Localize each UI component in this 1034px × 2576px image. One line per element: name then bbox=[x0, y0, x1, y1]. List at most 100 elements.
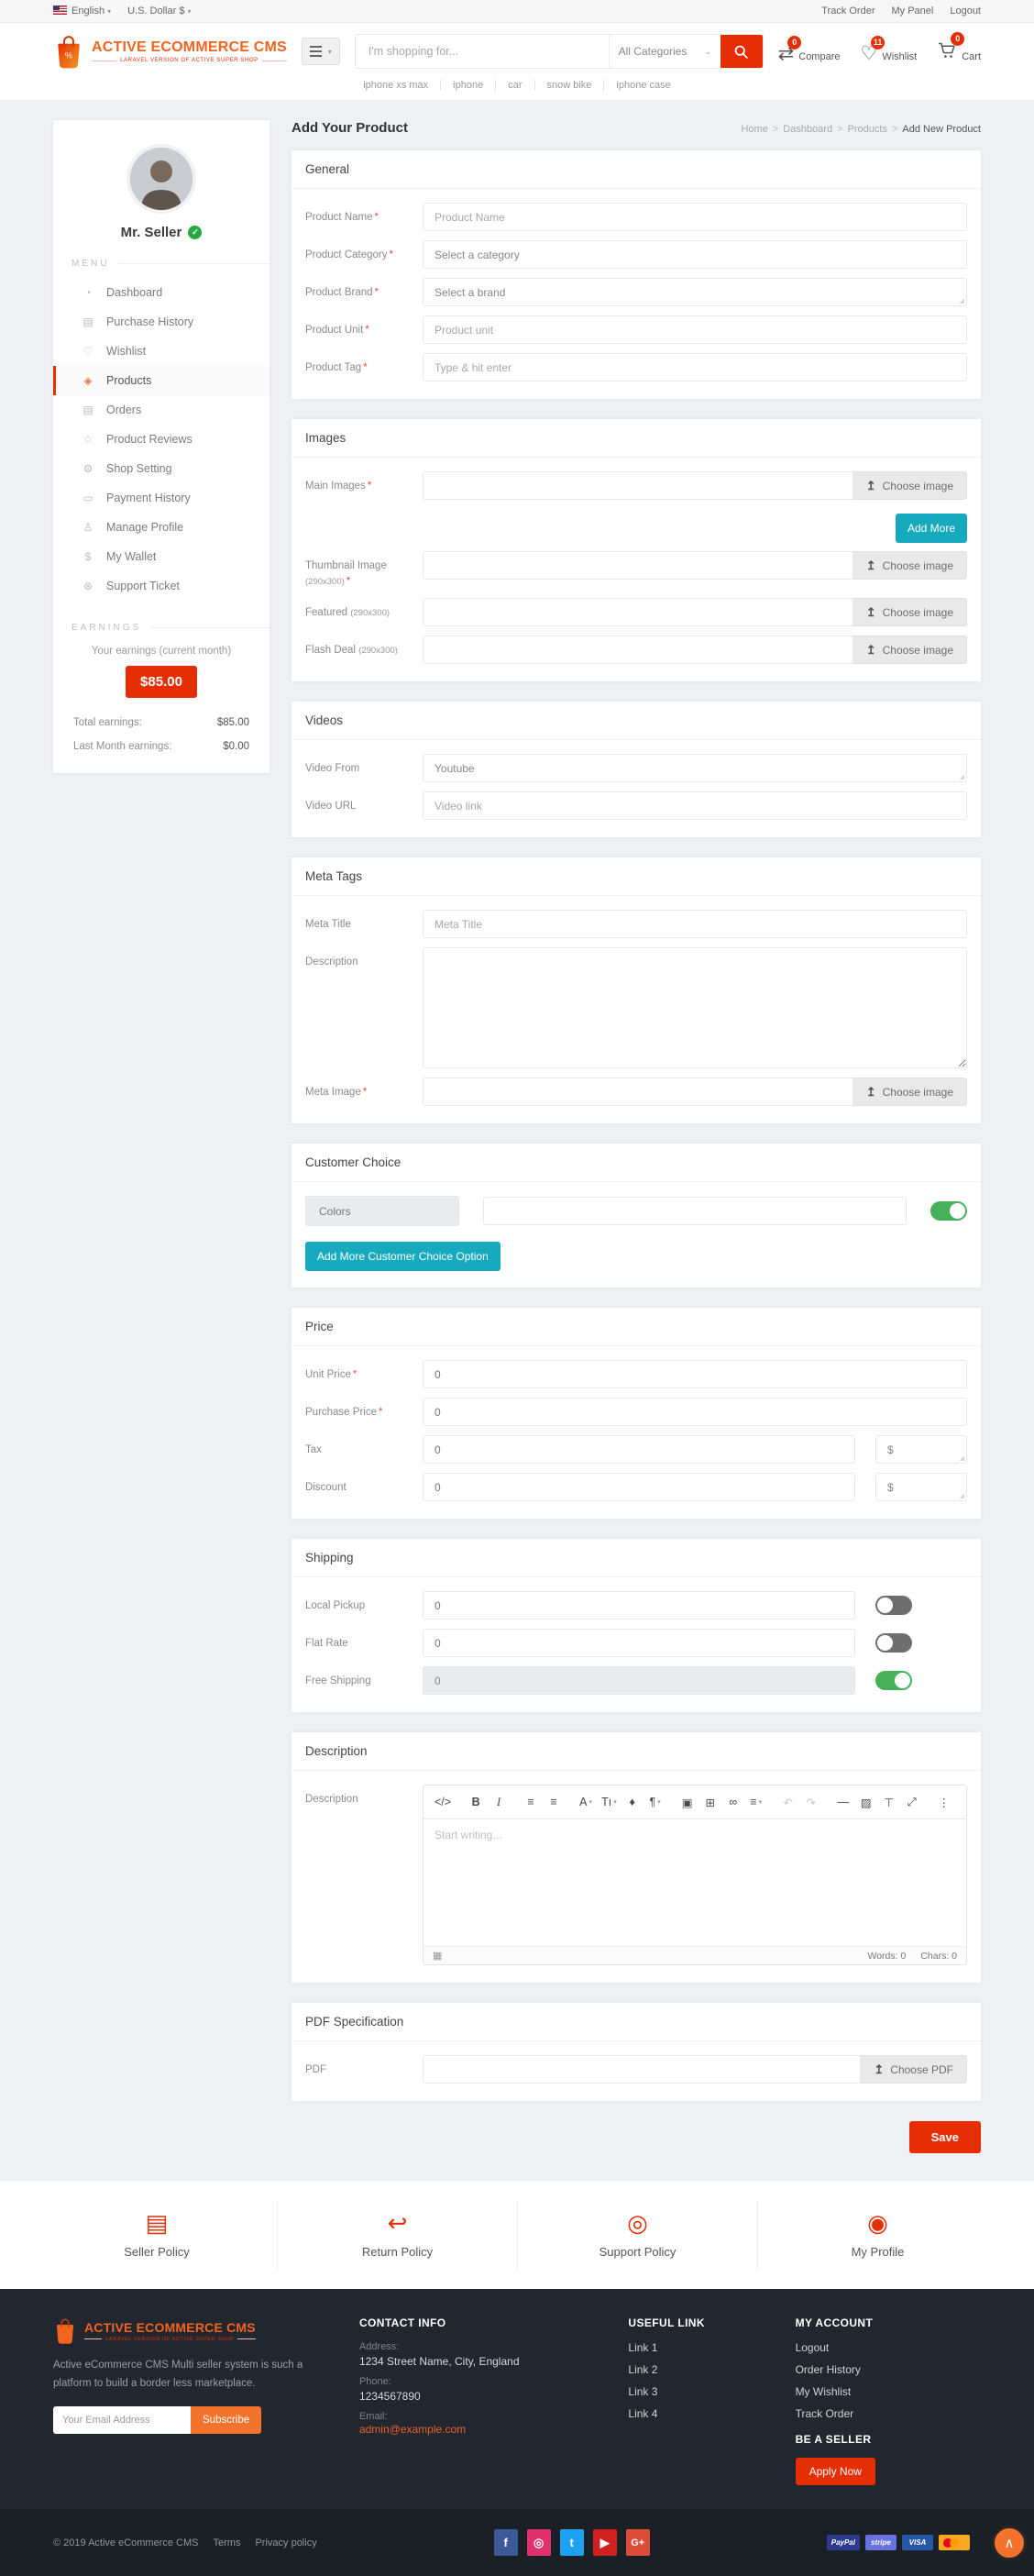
free-shipping-toggle[interactable] bbox=[875, 1671, 912, 1690]
footer-order-history-link[interactable]: Order History bbox=[796, 2363, 981, 2376]
product-tag-input[interactable] bbox=[423, 353, 967, 381]
breadcrumb-home[interactable]: Home bbox=[741, 124, 767, 135]
choose-main-image-button[interactable]: ↥Choose image bbox=[853, 471, 967, 500]
product-name-input[interactable] bbox=[423, 203, 967, 231]
sidebar-item-shop-setting[interactable]: ⚙Shop Setting bbox=[53, 454, 270, 483]
language-selector[interactable]: English▾ bbox=[53, 6, 111, 17]
more-options-icon[interactable]: ⋮ bbox=[933, 1790, 955, 1814]
choose-thumbnail-image-button[interactable]: ↥Choose image bbox=[853, 551, 967, 580]
undo-icon[interactable]: ↶ bbox=[777, 1790, 799, 1814]
sidebar-item-payment-history[interactable]: ▭Payment History bbox=[53, 483, 270, 513]
keyword-link[interactable]: iphone bbox=[441, 80, 496, 91]
youtube-icon[interactable]: ▶ bbox=[593, 2529, 617, 2556]
subscribe-email-input[interactable] bbox=[53, 2406, 191, 2434]
sidebar-item-product-reviews[interactable]: ☆Product Reviews bbox=[53, 425, 270, 454]
brand-logo[interactable]: % ACTIVE ECOMMERCE CMS LARAVEL VERSION O… bbox=[53, 33, 287, 70]
apply-now-button[interactable]: Apply Now bbox=[796, 2458, 875, 2485]
footer-link-3[interactable]: Link 3 bbox=[628, 2385, 776, 2398]
redo-icon[interactable]: ↷ bbox=[800, 1790, 822, 1814]
seller-policy-link[interactable]: ▤Seller Policy bbox=[37, 2199, 277, 2271]
ordered-list-icon[interactable]: ≡ bbox=[543, 1790, 565, 1814]
tax-input[interactable] bbox=[423, 1435, 855, 1464]
breadcrumb-dashboard[interactable]: Dashboard bbox=[783, 124, 832, 135]
subscribe-button[interactable]: Subscribe bbox=[191, 2406, 261, 2434]
footer-link-4[interactable]: Link 4 bbox=[628, 2407, 776, 2420]
footer-logout-link[interactable]: Logout bbox=[796, 2341, 981, 2354]
footer-email-link[interactable]: admin@example.com bbox=[359, 2423, 466, 2436]
sidebar-item-my-wallet[interactable]: $My Wallet bbox=[53, 542, 270, 571]
editor-content-area[interactable]: Start writing... bbox=[424, 1819, 966, 1946]
googleplus-icon[interactable]: G+ bbox=[626, 2529, 650, 2556]
facebook-icon[interactable]: f bbox=[494, 2529, 518, 2556]
sidebar-item-purchase-history[interactable]: ▤Purchase History bbox=[53, 307, 270, 337]
footer-link-2[interactable]: Link 2 bbox=[628, 2363, 776, 2376]
flat-rate-toggle[interactable] bbox=[875, 1633, 912, 1653]
sidebar-item-orders[interactable]: ▤Orders bbox=[53, 395, 270, 425]
tax-unit-select[interactable]: $◢ bbox=[875, 1435, 967, 1464]
sidebar-item-wishlist[interactable]: ♡Wishlist bbox=[53, 337, 270, 366]
insert-table-icon[interactable]: ⊞ bbox=[699, 1790, 721, 1814]
featured-image-input[interactable] bbox=[423, 598, 853, 626]
text-color-icon[interactable]: ♦ bbox=[622, 1790, 644, 1814]
eraser-icon[interactable]: ▨ bbox=[855, 1790, 877, 1814]
compare-button[interactable]: ⇄0 Compare bbox=[778, 44, 841, 63]
my-panel-link[interactable]: My Panel bbox=[891, 6, 933, 17]
paragraph-icon[interactable]: ¶▾ bbox=[644, 1790, 666, 1814]
cart-button[interactable]: 0 Cart bbox=[937, 40, 981, 63]
choice-values-input[interactable] bbox=[483, 1197, 907, 1225]
product-unit-input[interactable] bbox=[423, 315, 967, 344]
bold-icon[interactable]: B bbox=[465, 1790, 487, 1814]
italic-icon[interactable]: I bbox=[488, 1790, 510, 1814]
drag-handle-icon[interactable]: ▦ bbox=[433, 1950, 442, 1962]
thumbnail-image-input[interactable] bbox=[423, 551, 853, 580]
video-from-select[interactable]: Youtube◢ bbox=[423, 754, 967, 782]
discount-unit-select[interactable]: $◢ bbox=[875, 1473, 967, 1501]
unit-price-input[interactable] bbox=[423, 1360, 967, 1388]
meta-title-input[interactable] bbox=[423, 910, 967, 938]
meta-description-textarea[interactable] bbox=[423, 947, 967, 1068]
sidebar-item-support-ticket[interactable]: ⊛Support Ticket bbox=[53, 571, 270, 601]
footer-brand-logo[interactable]: ACTIVE ECOMMERCE CMS LARAVEL VERSION OF … bbox=[53, 2316, 341, 2345]
choose-flash-deal-image-button[interactable]: ↥Choose image bbox=[853, 636, 967, 664]
horizontal-rule-icon[interactable]: — bbox=[832, 1790, 854, 1814]
main-images-input[interactable] bbox=[423, 471, 853, 500]
instagram-icon[interactable]: ◎ bbox=[527, 2529, 551, 2556]
sidebar-item-products[interactable]: ◈Products bbox=[53, 366, 270, 395]
video-url-input[interactable] bbox=[423, 791, 967, 820]
insert-link-icon[interactable]: ∞ bbox=[722, 1790, 744, 1814]
keyword-link[interactable]: iphone case bbox=[604, 80, 682, 91]
font-family-icon[interactable]: A▾ bbox=[575, 1790, 597, 1814]
discount-input[interactable] bbox=[423, 1473, 855, 1501]
my-profile-link[interactable]: ◉My Profile bbox=[757, 2199, 997, 2271]
choose-featured-image-button[interactable]: ↥Choose image bbox=[853, 598, 967, 626]
sidebar-item-dashboard[interactable]: ◔Dashboard bbox=[53, 278, 270, 307]
footer-my-wishlist-link[interactable]: My Wishlist bbox=[796, 2385, 981, 2398]
flat-rate-input[interactable] bbox=[423, 1629, 855, 1657]
search-button[interactable] bbox=[720, 35, 763, 68]
local-pickup-input[interactable] bbox=[423, 1591, 855, 1620]
categories-menu-button[interactable]: ▾ bbox=[302, 38, 340, 65]
product-brand-select[interactable]: Select a brand◢ bbox=[423, 278, 967, 306]
twitter-icon[interactable]: t bbox=[560, 2529, 584, 2556]
meta-image-input[interactable] bbox=[423, 1078, 853, 1106]
insert-image-icon[interactable]: ▣ bbox=[676, 1790, 698, 1814]
sidebar-item-manage-profile[interactable]: ♙Manage Profile bbox=[53, 513, 270, 542]
privacy-policy-link[interactable]: Privacy policy bbox=[255, 2537, 316, 2548]
align-icon[interactable]: ≡▾ bbox=[745, 1790, 767, 1814]
keyword-link[interactable]: snow bike bbox=[535, 80, 605, 91]
add-more-choice-option-button[interactable]: Add More Customer Choice Option bbox=[305, 1242, 500, 1271]
pdf-input[interactable] bbox=[423, 2055, 861, 2084]
local-pickup-toggle[interactable] bbox=[875, 1596, 912, 1615]
logout-link[interactable]: Logout bbox=[950, 6, 981, 17]
font-size-icon[interactable]: Tı▾ bbox=[598, 1790, 621, 1814]
format-painter-icon[interactable]: ⊤ bbox=[878, 1790, 900, 1814]
currency-selector[interactable]: U.S. Dollar $▾ bbox=[127, 6, 191, 17]
search-category-select[interactable]: All Categories ⌄ bbox=[609, 35, 720, 68]
breadcrumb-products[interactable]: Products bbox=[848, 124, 887, 135]
wishlist-button[interactable]: ♡11 Wishlist bbox=[861, 44, 918, 63]
fullscreen-icon[interactable]: ⤢ bbox=[901, 1790, 923, 1814]
track-order-link[interactable]: Track Order bbox=[821, 6, 874, 17]
save-button[interactable]: Save bbox=[909, 2121, 981, 2153]
scroll-to-top-button[interactable]: ∧ bbox=[992, 2526, 1027, 2560]
product-category-select[interactable]: Select a category bbox=[423, 240, 967, 269]
